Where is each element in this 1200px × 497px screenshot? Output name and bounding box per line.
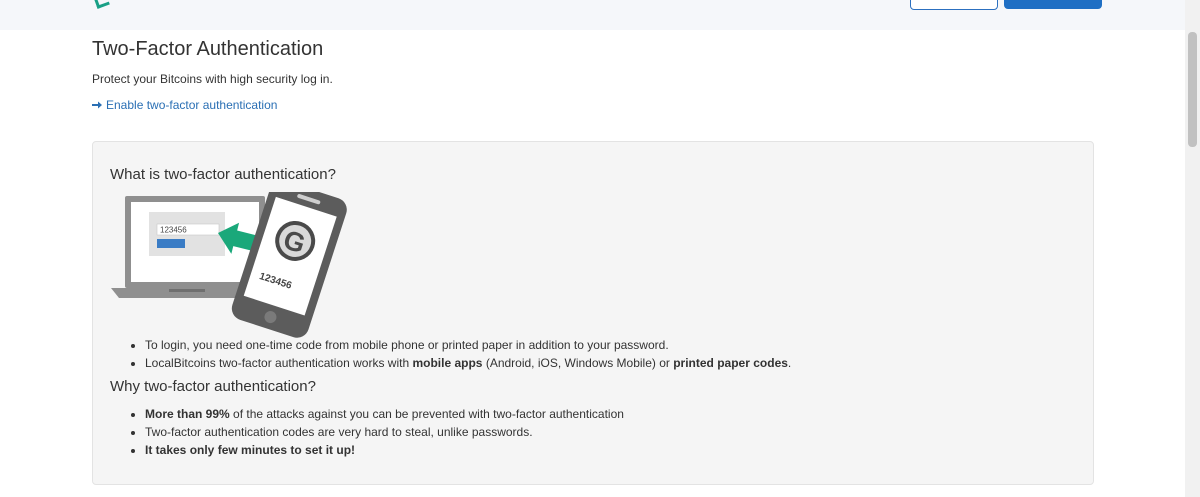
what-is-2fa-list: To login, you need one-time code from mo… bbox=[129, 336, 791, 372]
why-2fa-heading: Why two-factor authentication? bbox=[110, 378, 316, 395]
two-factor-illustration: 123456 G 123456 bbox=[111, 192, 347, 338]
enable-2fa-link-label: Enable two-factor authentication bbox=[106, 98, 278, 112]
info-panel: What is two-factor authentication? 12345… bbox=[92, 141, 1094, 485]
list-item: More than 99% of the attacks against you… bbox=[145, 405, 624, 423]
enable-2fa-link[interactable]: Enable two-factor authentication bbox=[92, 98, 277, 112]
scrollbar-thumb[interactable] bbox=[1188, 32, 1197, 147]
scrollbar[interactable] bbox=[1185, 0, 1200, 497]
page-title: Two-Factor Authentication bbox=[92, 38, 324, 60]
list-item: LocalBitcoins two-factor authentication … bbox=[145, 354, 791, 372]
logo-icon[interactable] bbox=[93, 0, 110, 9]
signup-button[interactable] bbox=[1004, 0, 1102, 9]
laptop-code-text: 123456 bbox=[160, 226, 187, 235]
list-item: It takes only few minutes to set it up! bbox=[145, 441, 624, 459]
page-subtitle: Protect your Bitcoins with high security… bbox=[92, 72, 333, 86]
list-item: To login, you need one-time code from mo… bbox=[145, 336, 791, 354]
arrow-right-icon bbox=[92, 101, 102, 109]
what-is-2fa-heading: What is two-factor authentication? bbox=[110, 166, 336, 183]
why-2fa-list: More than 99% of the attacks against you… bbox=[129, 405, 624, 459]
login-button[interactable] bbox=[910, 0, 998, 10]
top-navbar bbox=[0, 0, 1185, 30]
list-item: Two-factor authentication codes are very… bbox=[145, 423, 624, 441]
